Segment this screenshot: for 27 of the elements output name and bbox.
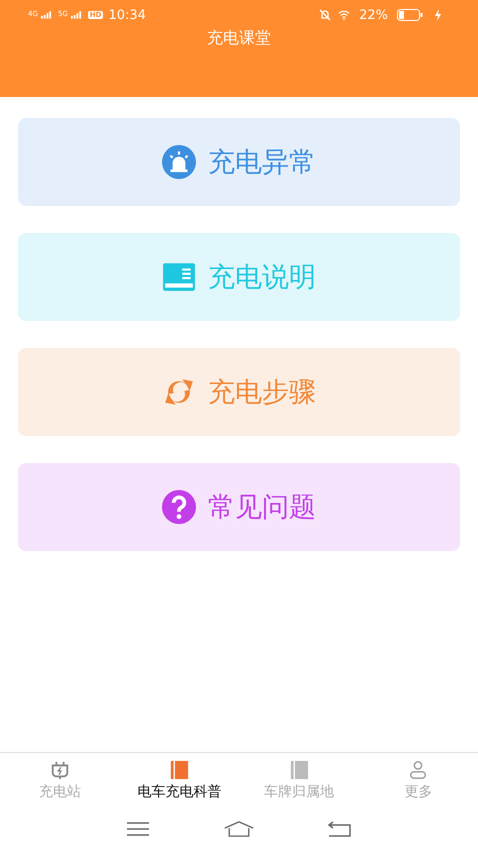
nav-tab[interactable]: 更多 — [358, 753, 478, 807]
book-icon — [162, 260, 196, 294]
category-card[interactable]: 充电异常 — [18, 118, 460, 206]
person-icon — [408, 760, 428, 780]
battery-icon — [397, 9, 423, 21]
book-icon — [288, 760, 309, 780]
category-card[interactable]: 充电说明 — [18, 233, 460, 321]
charging-icon — [432, 9, 444, 21]
battery-percent: 22% — [359, 8, 388, 22]
category-card[interactable]: 充电步骤 — [18, 348, 460, 436]
mute-icon — [319, 9, 332, 21]
home-icon[interactable] — [222, 820, 255, 836]
siren-icon — [162, 145, 196, 179]
wifi-icon — [338, 9, 350, 21]
category-card[interactable]: 常见问题 — [18, 463, 460, 551]
nav-tab[interactable]: 车牌归属地 — [239, 753, 358, 807]
signal-icon — [40, 11, 52, 19]
nav-tab[interactable]: 电车充电科普 — [120, 753, 239, 807]
page-title: 充电课堂 — [206, 28, 272, 49]
question-icon — [162, 490, 196, 524]
nav-tab[interactable]: 充电站 — [0, 753, 120, 807]
book-icon — [169, 760, 190, 780]
clock-time: 10:34 — [108, 8, 146, 22]
plug-icon — [50, 760, 70, 780]
menu-icon[interactable] — [126, 820, 150, 836]
signal-icon — [70, 11, 82, 19]
back-icon[interactable] — [328, 820, 352, 836]
